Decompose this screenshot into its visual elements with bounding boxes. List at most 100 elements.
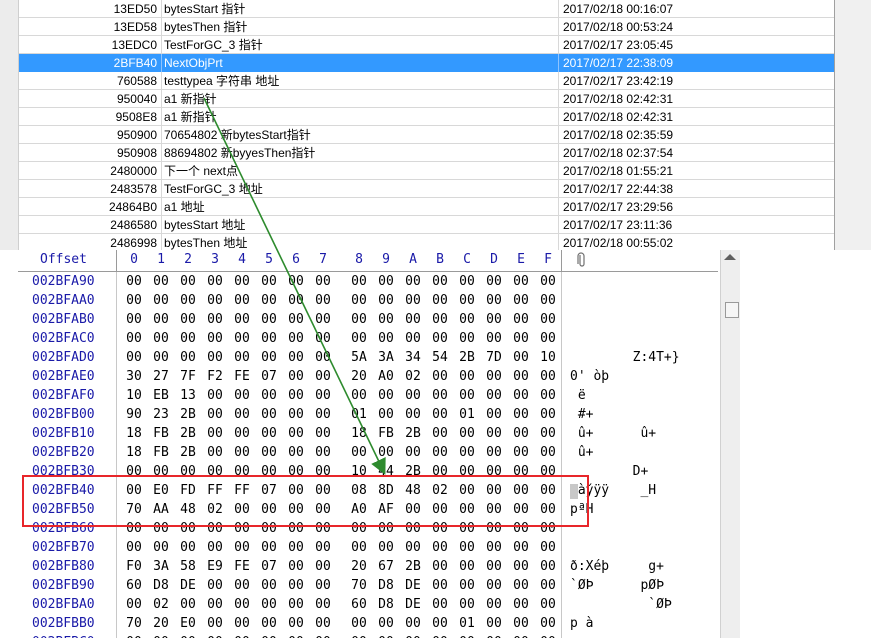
hex-byte[interactable]: 00 (204, 443, 226, 462)
hex-byte[interactable]: 00 (348, 633, 370, 638)
hex-byte[interactable]: 00 (204, 348, 226, 367)
hex-byte[interactable]: 00 (258, 595, 280, 614)
hex-byte[interactable]: 5A (348, 348, 370, 367)
list-item[interactable]: 950900 70654802 新bytesStart指针 2017/02/18 0… (19, 126, 834, 144)
hex-byte[interactable]: 20 (348, 367, 370, 386)
hex-byte[interactable]: FE (231, 367, 253, 386)
hex-byte[interactable]: 48 (402, 481, 424, 500)
hex-byte[interactable]: 10 (348, 462, 370, 481)
list-item[interactable]: 950040 a1 新指针 2017/02/18 02:42:31 (19, 90, 834, 108)
hex-byte[interactable]: 00 (312, 272, 334, 291)
hex-byte[interactable]: 00 (510, 481, 532, 500)
hex-byte[interactable]: 00 (204, 310, 226, 329)
hex-byte[interactable]: 00 (537, 481, 559, 500)
list-item[interactable]: 760588 testtypea 字符串 地址 2017/02/17 23:42:1… (19, 72, 834, 90)
hex-byte[interactable]: 00 (285, 272, 307, 291)
hex-byte[interactable]: DE (402, 595, 424, 614)
hex-byte[interactable]: 00 (456, 424, 478, 443)
hex-byte[interactable]: 00 (483, 443, 505, 462)
hex-byte[interactable]: 2B (177, 424, 199, 443)
hex-byte[interactable]: 01 (456, 405, 478, 424)
hex-byte[interactable]: 00 (456, 481, 478, 500)
hex-byte[interactable]: 00 (123, 519, 145, 538)
hex-byte[interactable]: FE (231, 557, 253, 576)
hex-byte[interactable]: 00 (510, 462, 532, 481)
hex-byte[interactable]: A0 (348, 500, 370, 519)
hex-byte[interactable]: 00 (537, 443, 559, 462)
hex-byte[interactable]: 00 (375, 310, 397, 329)
hex-byte[interactable]: 00 (123, 462, 145, 481)
hex-byte[interactable]: 00 (402, 538, 424, 557)
hex-byte[interactable]: 00 (177, 538, 199, 557)
hex-byte[interactable]: 00 (348, 519, 370, 538)
hex-byte[interactable]: 00 (231, 614, 253, 633)
hex-byte[interactable]: 30 (123, 367, 145, 386)
hex-byte[interactable]: 00 (510, 367, 532, 386)
hex-byte[interactable]: AF (375, 500, 397, 519)
hex-byte[interactable]: 00 (177, 272, 199, 291)
hex-byte[interactable]: 02 (429, 481, 451, 500)
hex-byte[interactable]: 00 (456, 386, 478, 405)
hex-byte[interactable]: 00 (204, 576, 226, 595)
hex-byte[interactable]: 00 (231, 538, 253, 557)
hex-byte[interactable]: 00 (312, 462, 334, 481)
hex-byte[interactable]: 00 (285, 329, 307, 348)
hex-byte[interactable]: 00 (537, 424, 559, 443)
hex-byte[interactable]: 10 (537, 348, 559, 367)
hex-byte[interactable]: 00 (285, 462, 307, 481)
hex-byte[interactable]: 00 (537, 291, 559, 310)
hex-byte[interactable]: 00 (204, 329, 226, 348)
hex-byte[interactable]: 00 (537, 500, 559, 519)
hex-byte[interactable]: 00 (312, 348, 334, 367)
hex-byte[interactable]: 00 (510, 519, 532, 538)
hex-byte[interactable]: 00 (177, 291, 199, 310)
hex-byte[interactable]: 00 (429, 386, 451, 405)
hex-byte[interactable]: FB (375, 424, 397, 443)
hex-byte[interactable]: 10 (123, 386, 145, 405)
hex-byte[interactable]: 00 (348, 614, 370, 633)
hex-byte[interactable]: 00 (375, 291, 397, 310)
hex-byte[interactable]: 07 (258, 557, 280, 576)
hex-byte[interactable]: 00 (231, 329, 253, 348)
hex-byte[interactable]: 00 (123, 481, 145, 500)
hex-byte[interactable]: 00 (258, 348, 280, 367)
list-item[interactable]: 2486998 bytesThen 地址 2017/02/18 00:55:02 (19, 234, 834, 250)
hex-row-ascii[interactable]: ë (570, 386, 586, 405)
hex-byte[interactable]: 00 (231, 291, 253, 310)
hex-byte[interactable]: 00 (285, 310, 307, 329)
hex-byte[interactable]: 00 (510, 633, 532, 638)
hex-byte[interactable]: 00 (375, 443, 397, 462)
hex-byte[interactable]: FF (204, 481, 226, 500)
hex-byte[interactable]: 00 (258, 291, 280, 310)
vertical-scrollbar[interactable] (720, 250, 741, 638)
hex-byte[interactable]: 00 (402, 519, 424, 538)
hex-byte[interactable]: 00 (510, 386, 532, 405)
hex-byte[interactable]: 00 (456, 557, 478, 576)
hex-byte[interactable]: 00 (285, 443, 307, 462)
hex-byte[interactable]: 00 (510, 500, 532, 519)
hex-byte[interactable]: 00 (285, 386, 307, 405)
hex-row-ascii[interactable]: ð:Xéþ g+ (570, 557, 664, 576)
hex-byte[interactable]: 00 (348, 386, 370, 405)
hex-byte[interactable]: 00 (258, 462, 280, 481)
hex-byte[interactable]: 00 (177, 310, 199, 329)
hex-byte[interactable]: 00 (258, 633, 280, 638)
hex-byte[interactable]: 00 (312, 633, 334, 638)
hex-byte[interactable]: 00 (375, 519, 397, 538)
hex-byte[interactable]: 2B (456, 348, 478, 367)
hex-byte[interactable]: 02 (204, 500, 226, 519)
hex-byte[interactable]: 2B (177, 405, 199, 424)
hex-byte[interactable]: 00 (429, 500, 451, 519)
hex-byte[interactable]: 00 (510, 576, 532, 595)
hex-byte[interactable]: 00 (204, 405, 226, 424)
hex-row-ascii[interactable]: àýÿÿ _H (570, 481, 656, 500)
hex-byte[interactable]: 00 (483, 481, 505, 500)
hex-byte[interactable]: 00 (231, 386, 253, 405)
hex-byte[interactable]: 00 (483, 500, 505, 519)
hex-byte[interactable]: 00 (285, 633, 307, 638)
hex-byte[interactable]: DE (402, 576, 424, 595)
hex-byte[interactable]: 00 (258, 272, 280, 291)
list-item[interactable]: 2486580 bytesStart 地址 2017/02/17 23:11:36 (19, 216, 834, 234)
hex-byte[interactable]: 00 (429, 310, 451, 329)
hex-byte[interactable]: 00 (402, 310, 424, 329)
